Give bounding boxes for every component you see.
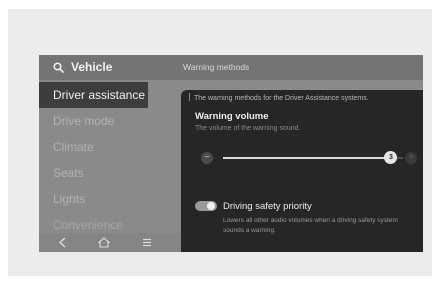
volume-fill	[223, 157, 391, 159]
volume-decrease-button[interactable]: −	[201, 152, 213, 164]
section-title: Warning methods	[183, 62, 250, 72]
menu-icon[interactable]	[140, 236, 154, 249]
search-icon[interactable]	[53, 62, 64, 73]
driving-safety-priority-description: Lowers all other audio volumes when a dr…	[223, 217, 398, 234]
warning-volume-slider[interactable]: − 3 +	[199, 151, 417, 164]
screenshot-frame: Vehicle Warning methods Driver assistanc…	[8, 9, 432, 276]
volume-thumb[interactable]: 3	[384, 151, 398, 164]
warning-volume-subtitle: The volume of the warning sound.	[195, 125, 301, 132]
sidebar-item-climate[interactable]: Climate	[39, 134, 148, 160]
bottom-nav	[39, 233, 181, 252]
back-icon[interactable]	[56, 236, 70, 249]
warning-methods-panel: The warning methods for the Driver Assis…	[181, 90, 423, 252]
sidebar: Driver assistance Drive mode Climate Sea…	[39, 80, 181, 252]
description-divider	[189, 93, 190, 101]
top-bar: Vehicle Warning methods	[39, 55, 423, 80]
sidebar-item-driver-assistance[interactable]: Driver assistance	[39, 82, 148, 108]
panel-description-text: The warning methods for the Driver Assis…	[194, 95, 369, 102]
warning-volume-title: Warning volume	[195, 111, 269, 122]
infotainment-screen: Vehicle Warning methods Driver assistanc…	[39, 55, 423, 252]
panel-description: The warning methods for the Driver Assis…	[189, 93, 369, 102]
sidebar-item-lights[interactable]: Lights	[39, 186, 148, 212]
volume-track[interactable]: 3	[223, 151, 403, 164]
driving-safety-priority-toggle[interactable]	[195, 201, 217, 211]
sidebar-item-drive-mode[interactable]: Drive mode	[39, 108, 148, 134]
sidebar-item-seats[interactable]: Seats	[39, 160, 148, 186]
home-icon[interactable]	[97, 236, 111, 249]
toggle-knob	[207, 202, 215, 210]
app-title: Vehicle	[71, 60, 113, 74]
driving-safety-priority-label: Driving safety priority	[223, 201, 312, 212]
volume-increase-button[interactable]: +	[405, 152, 417, 164]
